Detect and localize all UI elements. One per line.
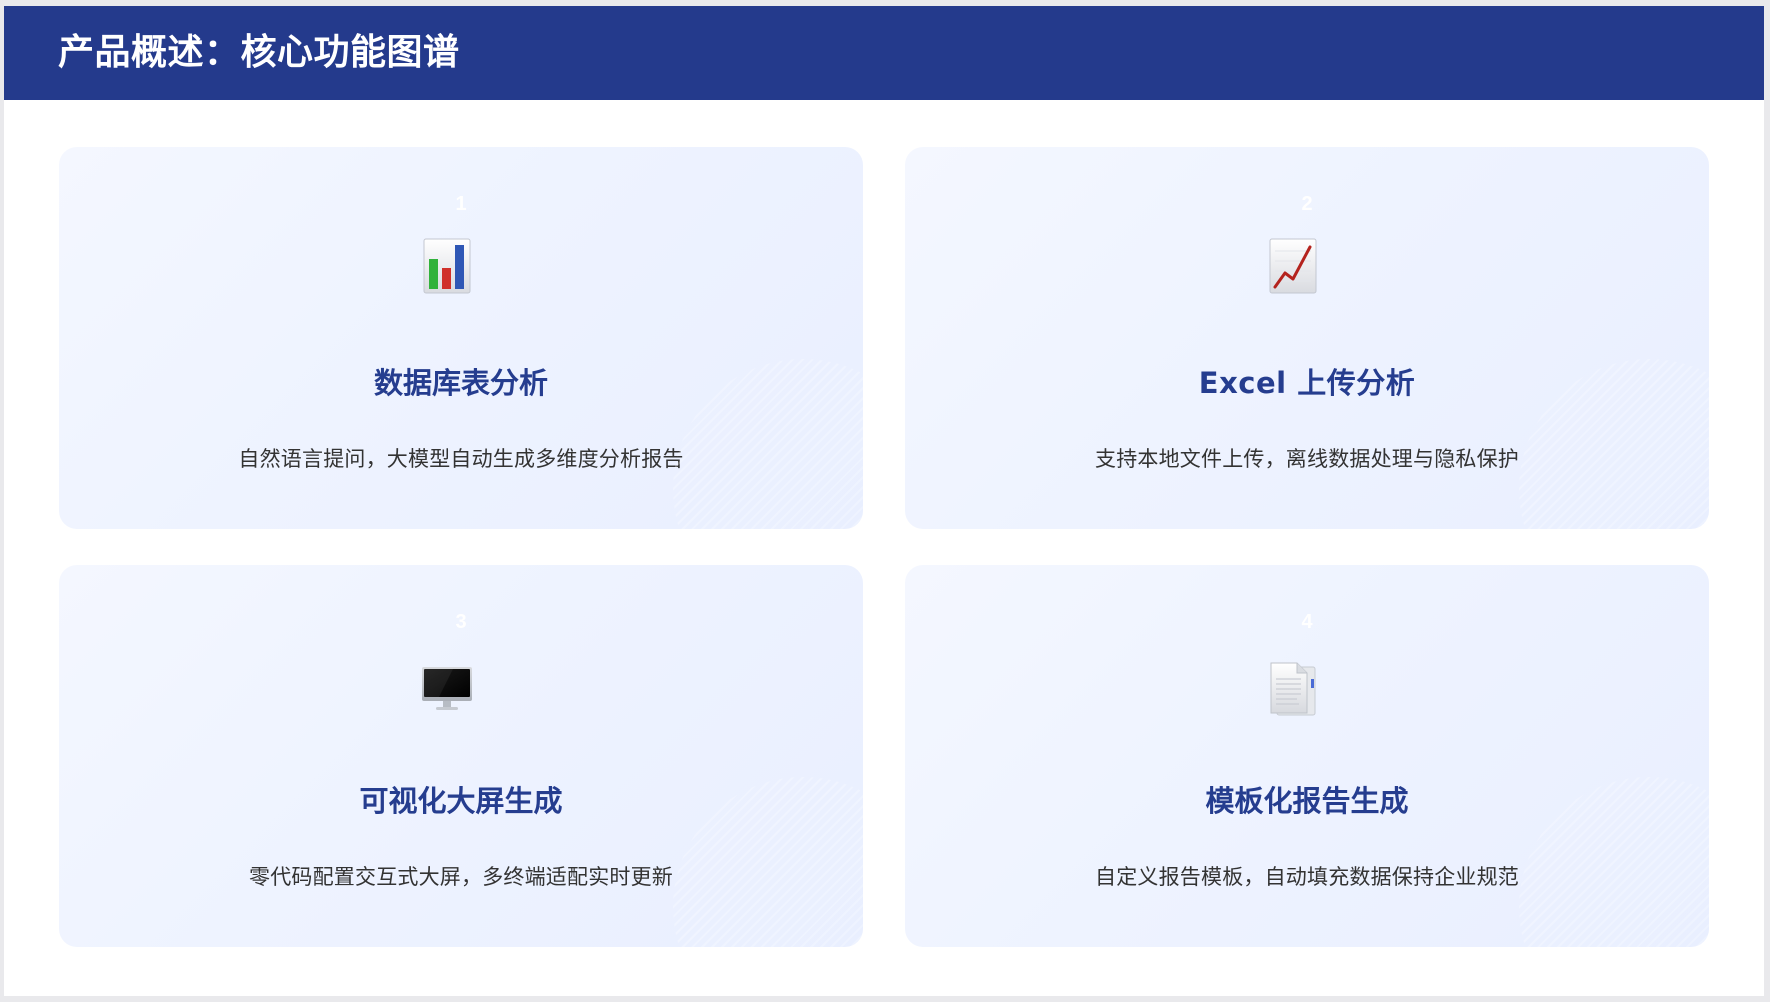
feature-number: 1 [455,193,467,215]
monitor-icon [421,661,473,719]
feature-title: 模板化报告生成 [1205,784,1409,818]
feature-title: 可视化大屏生成 [359,784,563,818]
feature-card-dashboard-generation: 3 可视化大屏生成 零代码配置交互式大屏，多终端适配实时更新 [59,565,863,947]
line-chart-icon [1267,237,1319,295]
feature-number: 4 [1301,611,1313,633]
bar-chart-icon [421,237,473,295]
feature-description: 支持本地文件上传，离线数据处理与隐私保护 [1095,447,1519,471]
feature-card-template-report: 4 模板化报告生成 自定义报告模板，自动填充数据保持企业规范 [905,565,1709,947]
feature-description: 自然语言提问，大模型自动生成多维度分析报告 [238,447,684,471]
feature-title: 数据库表分析 [373,366,548,400]
page-title: 产品概述：核心功能图谱 [58,32,460,73]
document-icon [1267,661,1319,719]
feature-number: 3 [455,611,467,633]
header-bar: 产品概述：核心功能图谱 [4,6,1764,100]
feature-card-excel-analysis: 2 Excel 上传分析 支持本地文件上传，离线数据处理与隐私保护 [905,147,1709,529]
feature-number: 2 [1301,193,1313,215]
feature-description: 自定义报告模板，自动填充数据保持企业规范 [1095,865,1519,889]
slide: 产品概述：核心功能图谱 1 数据库表分析 自然语言提问，大模型自动生成多维度分析… [4,6,1764,996]
feature-card-database-analysis: 1 数据库表分析 自然语言提问，大模型自动生成多维度分析报告 [59,147,863,529]
feature-description: 零代码配置交互式大屏，多终端适配实时更新 [249,865,673,889]
feature-title: Excel 上传分析 [1198,366,1416,400]
